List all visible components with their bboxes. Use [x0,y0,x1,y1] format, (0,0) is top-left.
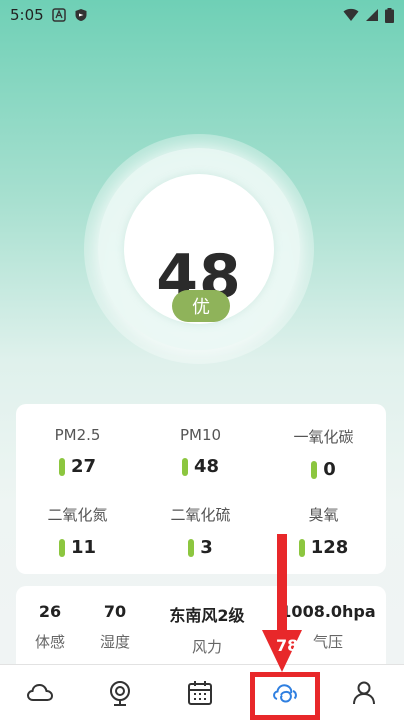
pollutant-value: 128 [310,537,349,558]
pollutant-value: 0 [323,459,336,480]
status-right [343,7,394,23]
level-bar-icon [311,460,318,479]
weather-value: 东南风2级 [169,606,245,625]
level-bar-icon [58,457,65,476]
camera-icon [110,681,130,706]
pollutant-label: PM2.5 [54,426,101,444]
nav-calendar[interactable] [160,665,240,720]
weather-label: 体感 [34,633,65,651]
pollutant-no2: 二氧化氮 11 [16,504,139,558]
pollutant-label: 一氧化碳 [293,428,354,446]
weather-wind: 东南风2级 风力 [162,602,252,657]
pollutant-label: 二氧化氮 [47,506,108,524]
weather-feels-like: 26 体感 [34,602,66,652]
pollutant-label: 二氧化硫 [170,506,231,524]
pollutant-label: PM10 [179,426,222,444]
nav-weather[interactable] [0,665,80,720]
profile-icon [353,681,375,705]
aqi-halo: 48 [84,134,314,364]
annotation-highlight-box [250,672,320,720]
pollutant-co: 一氧化碳 0 [262,426,385,480]
pollutant-card: PM2.5 27 PM10 48 一氧化碳 0 二氧化氮 11 二氧化硫 3 臭… [16,404,386,574]
status-time: 5:05 [10,6,44,24]
pollutant-value: 11 [70,537,97,558]
pollutant-value: 27 [70,456,97,477]
level-bar-icon [58,538,65,557]
nav-profile[interactable] [324,665,404,720]
shield-icon [75,9,87,21]
pollutant-so2: 二氧化硫 3 [139,504,262,558]
weather-card: 26 体感 70 湿度 东南风2级 风力 1008.0hpa 气压 [16,586,386,666]
signal-icon [366,9,378,21]
level-bar-icon [188,538,195,557]
aqi-level-badge: 优 [172,290,230,322]
level-bar-icon [181,457,188,476]
weather-value: 26 [38,602,62,621]
pollutant-pm25: PM2.5 27 [16,426,139,477]
weather-label: 湿度 [99,633,130,651]
weather-humidity: 70 湿度 [98,602,132,652]
status-left: 5:05 [10,6,88,24]
pollutant-value: 48 [193,456,220,477]
pollutant-value: 3 [200,537,213,558]
obscured-value: 78 [276,636,299,655]
pollutant-label: 臭氧 [308,506,339,524]
notification-a-icon [51,8,66,22]
status-bar: 5:05 [0,0,404,30]
weather-value: 70 [103,602,127,621]
calendar-icon [188,681,212,705]
nav-camera[interactable] [80,665,160,720]
pollutant-pm10: PM10 48 [139,426,262,477]
bottom-nav [0,664,404,720]
wifi-icon [343,8,359,21]
weather-label: 风力 [191,638,222,656]
weather-cloud-icon [26,683,54,701]
battery-icon [385,7,394,23]
